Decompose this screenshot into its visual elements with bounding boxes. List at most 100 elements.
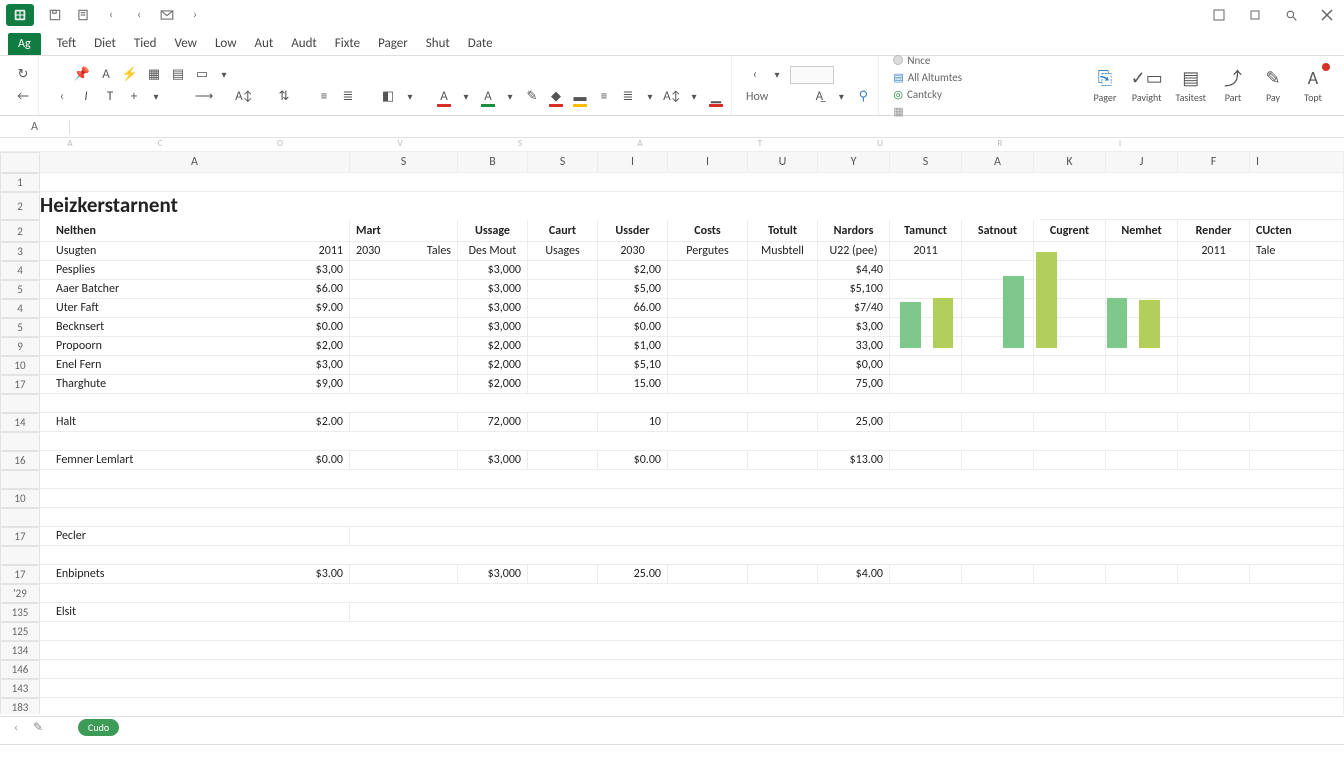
table-cell[interactable]: $5,10 — [598, 356, 668, 375]
redo-icon[interactable]: ‹ — [130, 6, 148, 24]
border-icon[interactable]: ▤ — [169, 66, 187, 84]
sheet-nav-left-icon[interactable]: ‹ — [8, 721, 24, 735]
table-cell[interactable]: Pecler — [40, 527, 350, 546]
chevron-down-icon[interactable]: ▾ — [770, 68, 784, 82]
table-cell[interactable]: $0.00 — [598, 451, 668, 470]
col-header[interactable]: S — [890, 152, 962, 173]
table-cell[interactable]: U22 (pee) — [818, 242, 890, 261]
table-cell[interactable]: $7/40 — [818, 299, 890, 318]
pin-icon[interactable]: 📌 — [73, 66, 91, 84]
row-header[interactable]: 17 — [0, 565, 40, 584]
table-cell[interactable]: Pesplies$3,00 — [40, 261, 350, 280]
table-cell[interactable]: $13.00 — [818, 451, 890, 470]
table-cell[interactable]: Halt$2.00 — [40, 413, 350, 432]
row-header[interactable]: 2 — [0, 220, 40, 242]
file-tab[interactable]: Ag — [8, 33, 41, 55]
maximize-icon[interactable] — [1244, 4, 1266, 26]
table-cell[interactable]: $5,00 — [598, 280, 668, 299]
plus-icon[interactable]: + — [125, 88, 143, 106]
menu-icon[interactable]: ≣ — [619, 88, 637, 106]
table-cell[interactable]: $2,000 — [458, 356, 528, 375]
mail-icon[interactable] — [158, 6, 176, 24]
font-icon[interactable]: A↕ — [235, 88, 253, 106]
col-header[interactable]: J — [1106, 152, 1178, 173]
table-cell[interactable]: 33,00 — [818, 337, 890, 356]
chevron-down-icon[interactable]: ▾ — [643, 90, 657, 104]
sort-icon[interactable]: ⇅ — [275, 88, 293, 106]
row-header[interactable]: 125 — [0, 622, 40, 641]
chevron-down-icon[interactable]: ▾ — [687, 90, 701, 104]
table-cell[interactable]: 2030Tales — [350, 242, 458, 261]
table-cell[interactable]: Enel Fern$3,00 — [40, 356, 350, 375]
table-cell[interactable]: $5,100 — [818, 280, 890, 299]
cantcky-label[interactable]: Cantcky — [907, 88, 942, 101]
col-header[interactable]: K — [1034, 152, 1106, 173]
ribbon-tab[interactable]: Low — [213, 32, 239, 55]
text-icon[interactable]: T — [101, 88, 119, 106]
ribbon-tab[interactable]: Audt — [289, 32, 319, 55]
adjust-icon[interactable]: ⚲ — [854, 88, 872, 106]
chevron-down-icon[interactable]: ▾ — [503, 90, 517, 104]
table-cell[interactable]: 75,00 — [818, 375, 890, 394]
row-header[interactable]: 10 — [0, 356, 40, 375]
restore-icon[interactable] — [1208, 4, 1230, 26]
ribbon-input[interactable] — [790, 66, 834, 84]
fill-yellow-icon[interactable]: ▬ — [571, 88, 589, 106]
indent-icon[interactable]: ⟶ — [195, 88, 213, 106]
table-cell[interactable]: 10 — [598, 413, 668, 432]
chevron-down-icon[interactable]: ▾ — [149, 90, 163, 104]
part-button[interactable]: ⤴Part — [1220, 67, 1246, 104]
col-header[interactable]: S — [350, 152, 458, 173]
table-cell[interactable]: Usages — [528, 242, 598, 261]
select-all[interactable] — [0, 152, 40, 173]
row-header[interactable]: '29 — [0, 584, 40, 603]
table-cell[interactable]: Aaer Batcher$6.00 — [40, 280, 350, 299]
ribbon-tab[interactable]: Fixte — [333, 32, 362, 55]
table-cell[interactable]: Pergutes — [668, 242, 748, 261]
row-header[interactable]: 4 — [0, 261, 40, 280]
table-cell[interactable]: Tharghute$9,00 — [40, 375, 350, 394]
table-cell[interactable]: $2,000 — [458, 375, 528, 394]
app-icon[interactable] — [6, 4, 34, 26]
chevron-down-icon[interactable]: ▾ — [217, 68, 231, 82]
pay-button[interactable]: ✎Pay — [1260, 67, 1286, 104]
rect-icon[interactable]: ▭ — [193, 66, 211, 84]
col-header[interactable]: A — [962, 152, 1034, 173]
table-cell[interactable]: 25,00 — [818, 413, 890, 432]
row-header[interactable]: 10 — [0, 489, 40, 508]
table-cell[interactable]: $3,000 — [458, 451, 528, 470]
col-header[interactable]: I — [668, 152, 748, 173]
row-header[interactable] — [0, 546, 40, 565]
row-header[interactable]: 3 — [0, 242, 40, 261]
table-cell[interactable]: Propoorn$2,00 — [40, 337, 350, 356]
embedded-chart[interactable] — [900, 248, 1160, 348]
row-header[interactable] — [0, 394, 40, 413]
search-icon[interactable] — [1280, 4, 1302, 26]
col-header[interactable]: F — [1178, 152, 1250, 173]
ribbon-tab[interactable]: Aut — [253, 32, 276, 55]
font-color2-icon[interactable]: A — [479, 88, 497, 106]
table-cell[interactable]: $3,000 — [458, 565, 528, 584]
table-cell[interactable]: Enbipnets$3.00 — [40, 565, 350, 584]
table-cell[interactable]: 72,000 — [458, 413, 528, 432]
table-cell[interactable]: Femner Lemlart$0.00 — [40, 451, 350, 470]
table-cell[interactable]: $4.00 — [818, 565, 890, 584]
all-label[interactable]: All Altumtes — [908, 71, 962, 84]
table-cell[interactable]: Becknsert$0.00 — [40, 318, 350, 337]
table-cell[interactable]: Musbtell — [748, 242, 818, 261]
row-header[interactable]: 17 — [0, 527, 40, 546]
angle-icon[interactable]: ‹ — [746, 66, 764, 84]
row-header[interactable]: 135 — [0, 603, 40, 622]
spreadsheet[interactable]: A S B S I I U Y S A K J F I 1 2 Heizkers… — [0, 152, 1344, 714]
eraser-icon[interactable]: ⚡ — [121, 66, 139, 84]
fill-icon[interactable]: ◧ — [379, 88, 397, 106]
row-header[interactable]: 2 — [0, 192, 40, 220]
table-cell[interactable]: $0.00 — [598, 318, 668, 337]
table-cell[interactable]: $3,000 — [458, 299, 528, 318]
row-header[interactable]: 183 — [0, 698, 40, 714]
table-cell[interactable]: 66.00 — [598, 299, 668, 318]
chevron-down-icon[interactable]: ▾ — [459, 90, 473, 104]
ribbon-tab[interactable]: Date — [466, 32, 495, 55]
row-header[interactable]: 5 — [0, 280, 40, 299]
align-center-icon[interactable]: ≣ — [339, 88, 357, 106]
